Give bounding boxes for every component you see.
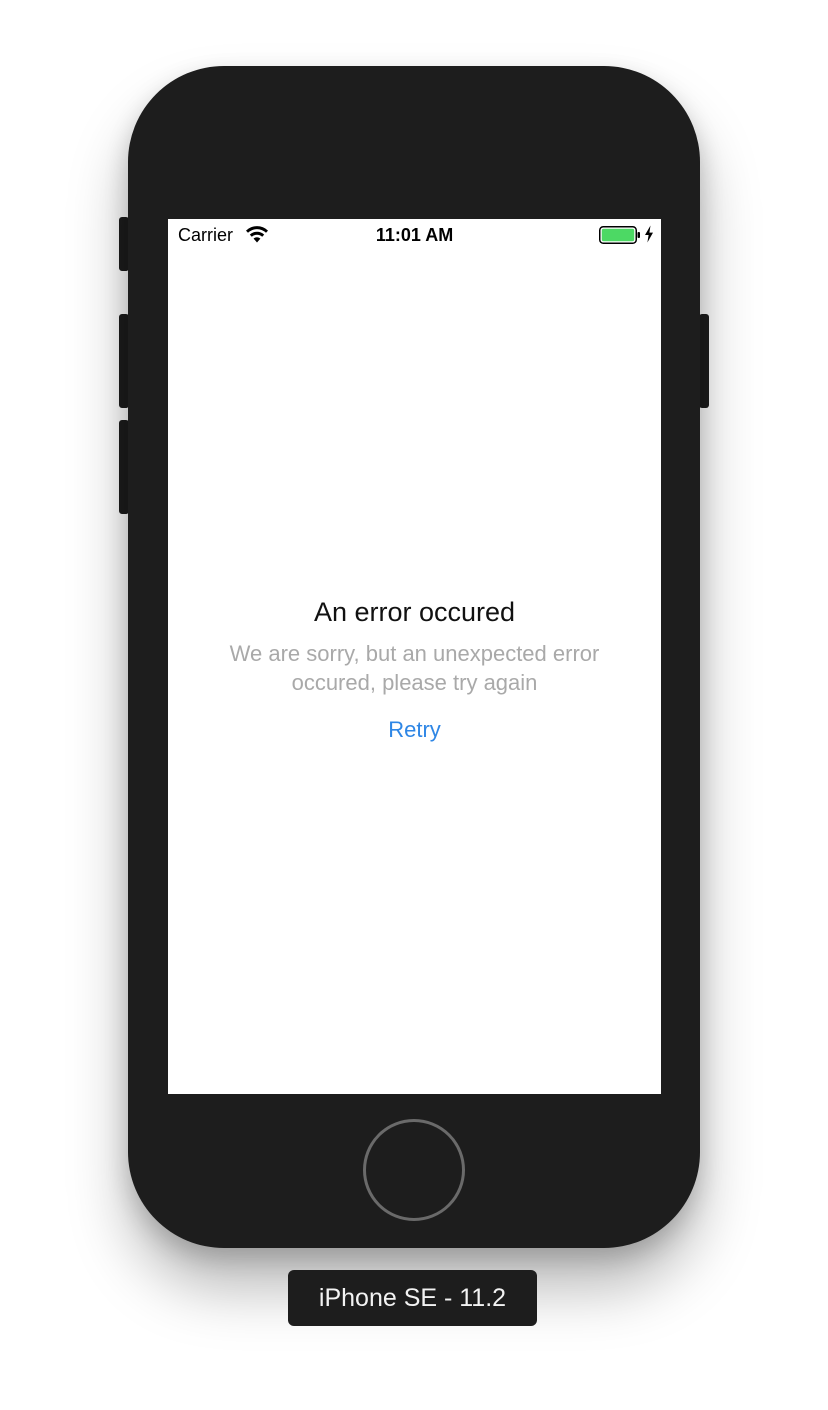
- error-message: We are sorry, but an unexpected error oc…: [229, 641, 600, 695]
- simulator-stage: Carrier 11:01 AM An error occured We are…: [0, 0, 828, 1410]
- charging-icon: [645, 225, 653, 243]
- retry-button[interactable]: Retry: [388, 715, 441, 745]
- power-button[interactable]: [699, 314, 709, 408]
- home-button[interactable]: [363, 1119, 465, 1221]
- device-label: iPhone SE - 11.2: [288, 1270, 537, 1326]
- battery-icon: [599, 226, 640, 244]
- phone-screen: Carrier 11:01 AM An error occured We are…: [168, 219, 661, 1094]
- status-bar: Carrier 11:01 AM: [168, 219, 661, 251]
- error-view: An error occured We are sorry, but an un…: [168, 595, 661, 745]
- status-time: 11:01 AM: [375, 225, 454, 245]
- battery-level: [601, 228, 635, 242]
- error-title: An error occured: [313, 597, 516, 627]
